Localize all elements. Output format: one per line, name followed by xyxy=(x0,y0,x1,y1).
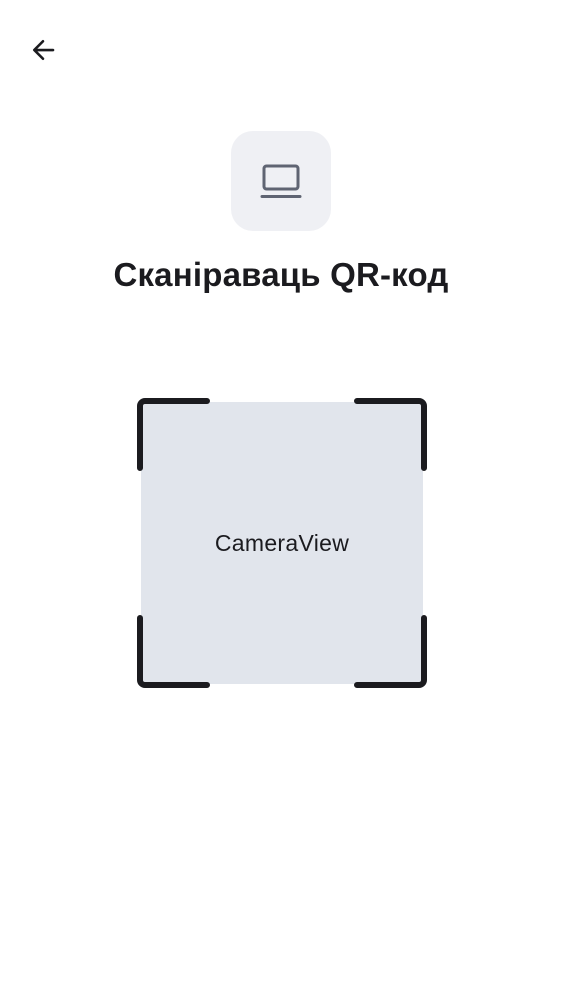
device-icon-tile xyxy=(231,131,331,231)
qr-scan-screen: Сканіраваць QR-код CameraView xyxy=(0,0,562,1000)
arrow-left-icon xyxy=(32,39,55,61)
back-button[interactable] xyxy=(20,27,66,73)
laptop-icon xyxy=(260,164,302,198)
camera-view: CameraView xyxy=(141,402,423,684)
camera-view-label: CameraView xyxy=(214,529,350,556)
qr-scanner: CameraView xyxy=(137,398,427,688)
page-title: Сканіраваць QR-код xyxy=(113,256,449,293)
